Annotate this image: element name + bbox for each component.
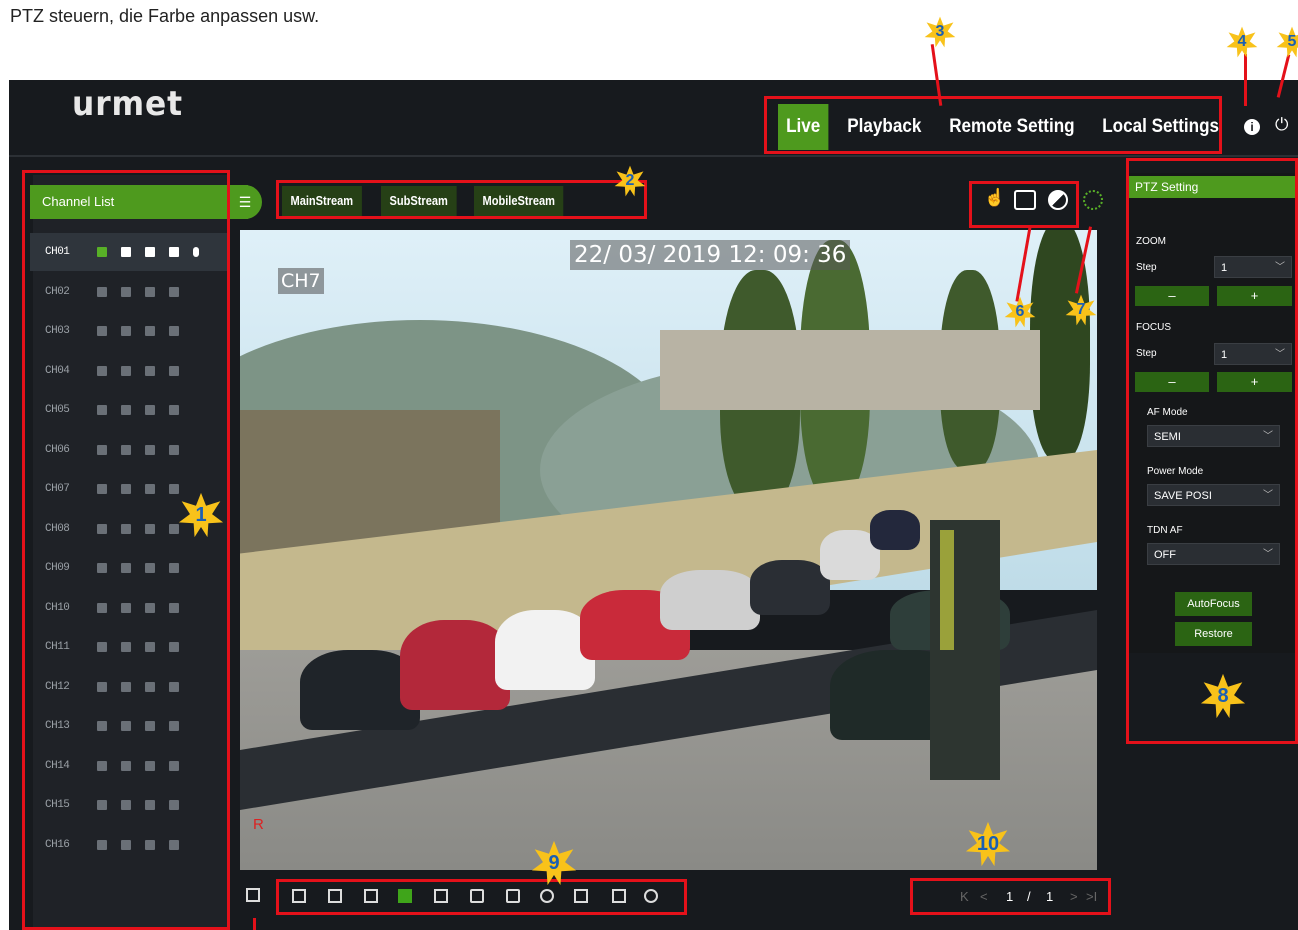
annotation-box-6 xyxy=(969,181,1079,228)
callout-badge-10: 10 xyxy=(965,821,1011,867)
ptz-icon[interactable] xyxy=(1083,190,1103,210)
osd-datetime: 22/ 03/ 2019 12: 09: 36 xyxy=(570,240,851,270)
osd-channel: CH7 xyxy=(278,268,324,294)
callout-badge-7: 7 xyxy=(1065,294,1097,326)
annotation-line-layout xyxy=(253,918,256,930)
recording-indicator: R xyxy=(253,816,264,833)
annotation-box-9 xyxy=(276,879,687,915)
layout-select-icon[interactable] xyxy=(246,888,260,902)
list-toggle-icon[interactable]: ☰ xyxy=(228,185,262,219)
annotation-box-10 xyxy=(910,878,1111,915)
callout-badge-1: 1 xyxy=(178,492,224,538)
callout-badge-9: 9 xyxy=(531,840,577,886)
callout-badge-5: 5 xyxy=(1276,26,1298,58)
urmet-logo: urmet xyxy=(72,84,184,124)
caption-text: PTZ steuern, die Farbe anpassen usw. xyxy=(10,6,320,26)
annotation-box-3 xyxy=(764,96,1222,154)
callout-badge-4: 4 xyxy=(1226,26,1258,58)
callout-badge-6: 6 xyxy=(1004,296,1036,328)
power-icon[interactable]: ⏻ xyxy=(1275,115,1288,135)
callout-badge-8: 8 xyxy=(1200,673,1246,719)
annotation-line-4 xyxy=(1244,54,1247,106)
annotation-box-1 xyxy=(22,170,230,930)
live-video[interactable] xyxy=(240,230,1097,870)
annotation-box-2 xyxy=(276,180,647,219)
callout-badge-3: 3 xyxy=(924,16,956,48)
callout-badge-2: 2 xyxy=(614,165,646,197)
annotation-box-8 xyxy=(1126,158,1298,744)
info-icon[interactable]: i xyxy=(1244,119,1260,135)
